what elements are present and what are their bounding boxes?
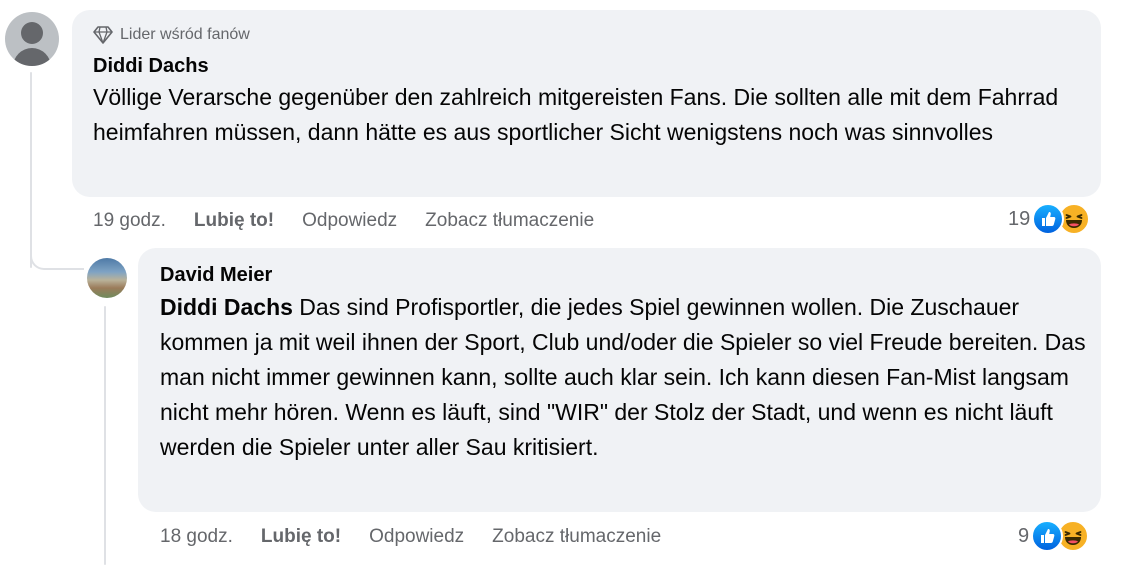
reaction-count: 9 (1018, 524, 1030, 547)
see-translation-link[interactable]: Zobacz tłumaczenie (425, 210, 594, 232)
timestamp[interactable]: 18 godz. (160, 526, 233, 548)
comment-author[interactable]: Diddi Dachs (93, 55, 209, 78)
thread-line-reply (104, 306, 106, 565)
reaction-count: 19 (1008, 207, 1031, 230)
fan-badge[interactable]: Lider wśród fanów (93, 25, 250, 45)
comment-thread: Lider wśród fanów Diddi Dachs Völlige Ve… (0, 0, 1122, 565)
thread-connector (30, 230, 84, 270)
reply-author[interactable]: David Meier (160, 264, 272, 287)
like-button[interactable]: Lubię to! (261, 526, 341, 548)
timestamp[interactable]: 19 godz. (93, 210, 166, 232)
diamond-icon (93, 26, 113, 44)
comment-body: Völlige Verarsche gegenüber den zahlreic… (93, 84, 1059, 145)
reaction-summary[interactable]: 9 (1018, 518, 1090, 554)
like-icon (1032, 203, 1065, 235)
avatar[interactable] (87, 258, 127, 298)
avatar[interactable] (5, 12, 59, 66)
reply-button[interactable]: Odpowiedz (302, 210, 397, 232)
reaction-summary[interactable]: 19 (1008, 201, 1091, 237)
like-icon (1031, 520, 1064, 552)
reply-button[interactable]: Odpowiedz (369, 526, 464, 548)
see-translation-link[interactable]: Zobacz tłumaczenie (492, 526, 661, 548)
like-button[interactable]: Lubię to! (194, 210, 274, 232)
reply-actions: 18 godz. Lubię to! Odpowiedz Zobacz tłum… (160, 525, 661, 549)
badge-label: Lider wśród fanów (120, 26, 250, 43)
comment-actions: 19 godz. Lubię to! Odpowiedz Zobacz tłum… (93, 209, 594, 233)
reply-text: Das sind Profisportler, die jedes Spiel … (160, 294, 1086, 460)
mention-link[interactable]: Diddi Dachs (160, 294, 293, 320)
reply-body: Diddi Dachs Das sind Profisportler, die … (160, 290, 1090, 465)
